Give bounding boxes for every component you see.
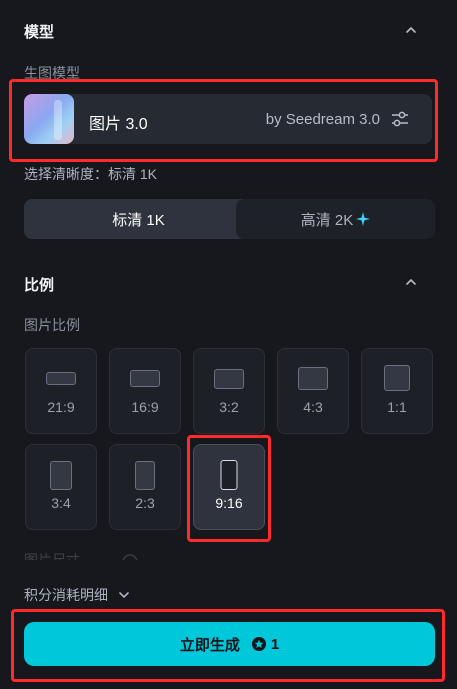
quality-label: 选择清晰度：标清 1K: [24, 166, 158, 182]
ratio-shape: [46, 372, 76, 385]
ratio-label: 21:9: [47, 399, 75, 415]
ratio-shape: [384, 365, 410, 391]
ratio-shape: [298, 367, 328, 390]
model-section-title: 模型: [24, 24, 55, 41]
ratio-option-4-3[interactable]: 4:3: [277, 348, 349, 434]
info-icon: [122, 554, 138, 560]
ratio-label: 2:3: [135, 495, 155, 511]
ratio-option-16-9[interactable]: 16:9: [109, 348, 181, 434]
ratio-option-2-3[interactable]: 2:3: [109, 444, 181, 530]
ratio-label: 1:1: [387, 399, 407, 415]
chevron-down-icon: [119, 592, 129, 599]
quality-option-2k[interactable]: 高清 2K: [236, 199, 435, 239]
sparkle-icon: [356, 212, 371, 226]
ratio-shape: [135, 461, 155, 490]
chevron-up-icon[interactable]: [405, 276, 417, 288]
ratio-shape: [214, 369, 244, 389]
ratio-option-3-2[interactable]: 3:2: [193, 348, 265, 434]
highlight-box-generate: [11, 609, 445, 682]
highlight-box-ratio: [187, 435, 271, 542]
ratio-shape: [130, 370, 160, 387]
ratio-option-3-4[interactable]: 3:4: [25, 444, 97, 530]
ratio-option-21-9[interactable]: 21:9: [25, 348, 97, 434]
ratio-section-title: 比例: [24, 277, 55, 294]
quality-option-label: 高清 2K: [300, 211, 354, 229]
image-size-label-partial: 图片尺寸: [24, 540, 224, 560]
ratio-shape: [50, 461, 72, 490]
credits-detail-toggle[interactable]: 积分消耗明细: [24, 585, 130, 605]
ratio-option-1-1[interactable]: 1:1: [361, 348, 433, 434]
ratio-label: 3:2: [219, 399, 239, 415]
credits-label: 积分消耗明细: [24, 587, 108, 603]
ratio-label: 3:4: [51, 495, 71, 511]
quality-option-1k[interactable]: 标清 1K: [24, 199, 253, 239]
ratio-sub-label: 图片比例: [24, 317, 80, 333]
ratio-label: 16:9: [131, 399, 159, 415]
highlight-box-model: [9, 79, 438, 162]
image-size-label: 图片尺寸: [24, 552, 80, 560]
chevron-up-icon[interactable]: [405, 24, 417, 36]
ratio-label: 4:3: [303, 399, 323, 415]
quality-option-label: 标清 1K: [112, 211, 165, 229]
